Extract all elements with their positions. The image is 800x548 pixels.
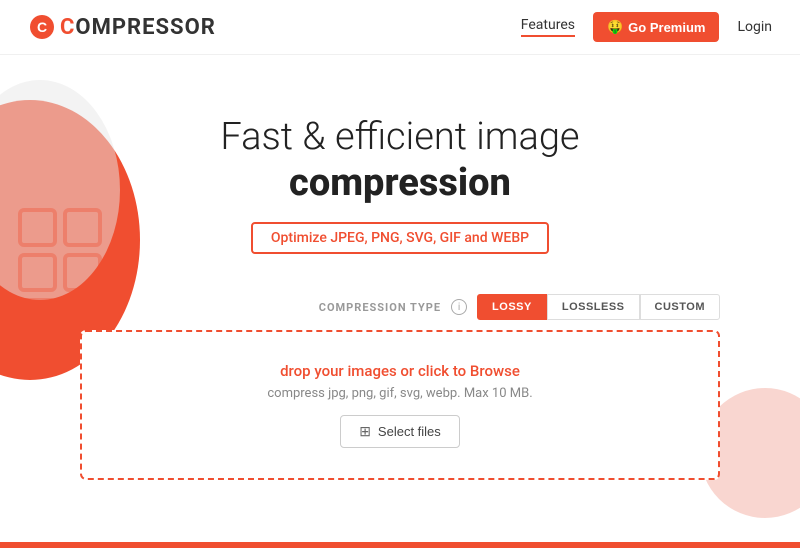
compression-info-icon[interactable]: i	[451, 299, 467, 315]
svg-text:C: C	[37, 19, 47, 35]
navbar: C COMPRESSOR Features 🤑 Go Premium Login	[0, 0, 800, 55]
compression-type-label: COMPRESSION TYPE	[319, 301, 441, 314]
select-files-icon: ⊞	[359, 423, 371, 440]
select-files-button[interactable]: ⊞ Select files	[340, 415, 460, 448]
compression-type-row: COMPRESSION TYPE i LOSSY LOSSLESS CUSTOM	[80, 294, 720, 320]
compression-lossless-button[interactable]: LOSSLESS	[547, 294, 640, 320]
logo-text: COMPRESSOR	[60, 15, 216, 40]
nav-right: Features 🤑 Go Premium Login	[521, 12, 772, 42]
logo-icon: C	[28, 13, 56, 41]
compression-lossy-button[interactable]: LOSSY	[477, 294, 547, 320]
bottom-bar	[0, 542, 800, 548]
premium-label: Go Premium	[628, 20, 705, 35]
premium-emoji: 🤑	[607, 19, 623, 35]
go-premium-button[interactable]: 🤑 Go Premium	[593, 12, 719, 42]
drop-main-text: drop your images or click to Browse	[102, 362, 698, 380]
drop-sub-text: compress jpg, png, gif, svg, webp. Max 1…	[102, 386, 698, 401]
hero-title-line2: compression	[0, 161, 800, 207]
hero-title-line1: Fast & efficient image	[0, 115, 800, 161]
select-files-label: Select files	[378, 424, 441, 439]
hero-subtitle: Optimize JPEG, PNG, SVG, GIF and WEBP	[251, 222, 549, 254]
logo[interactable]: C COMPRESSOR	[28, 13, 216, 41]
dropzone[interactable]: drop your images or click to Browse comp…	[80, 330, 720, 480]
compression-type-buttons: LOSSY LOSSLESS CUSTOM	[477, 294, 720, 320]
compression-area: COMPRESSION TYPE i LOSSY LOSSLESS CUSTOM…	[60, 294, 740, 480]
nav-features-link[interactable]: Features	[521, 17, 575, 37]
compression-custom-button[interactable]: CUSTOM	[640, 294, 720, 320]
hero-section: Fast & efficient image compression Optim…	[0, 55, 800, 254]
login-link[interactable]: Login	[737, 19, 772, 35]
